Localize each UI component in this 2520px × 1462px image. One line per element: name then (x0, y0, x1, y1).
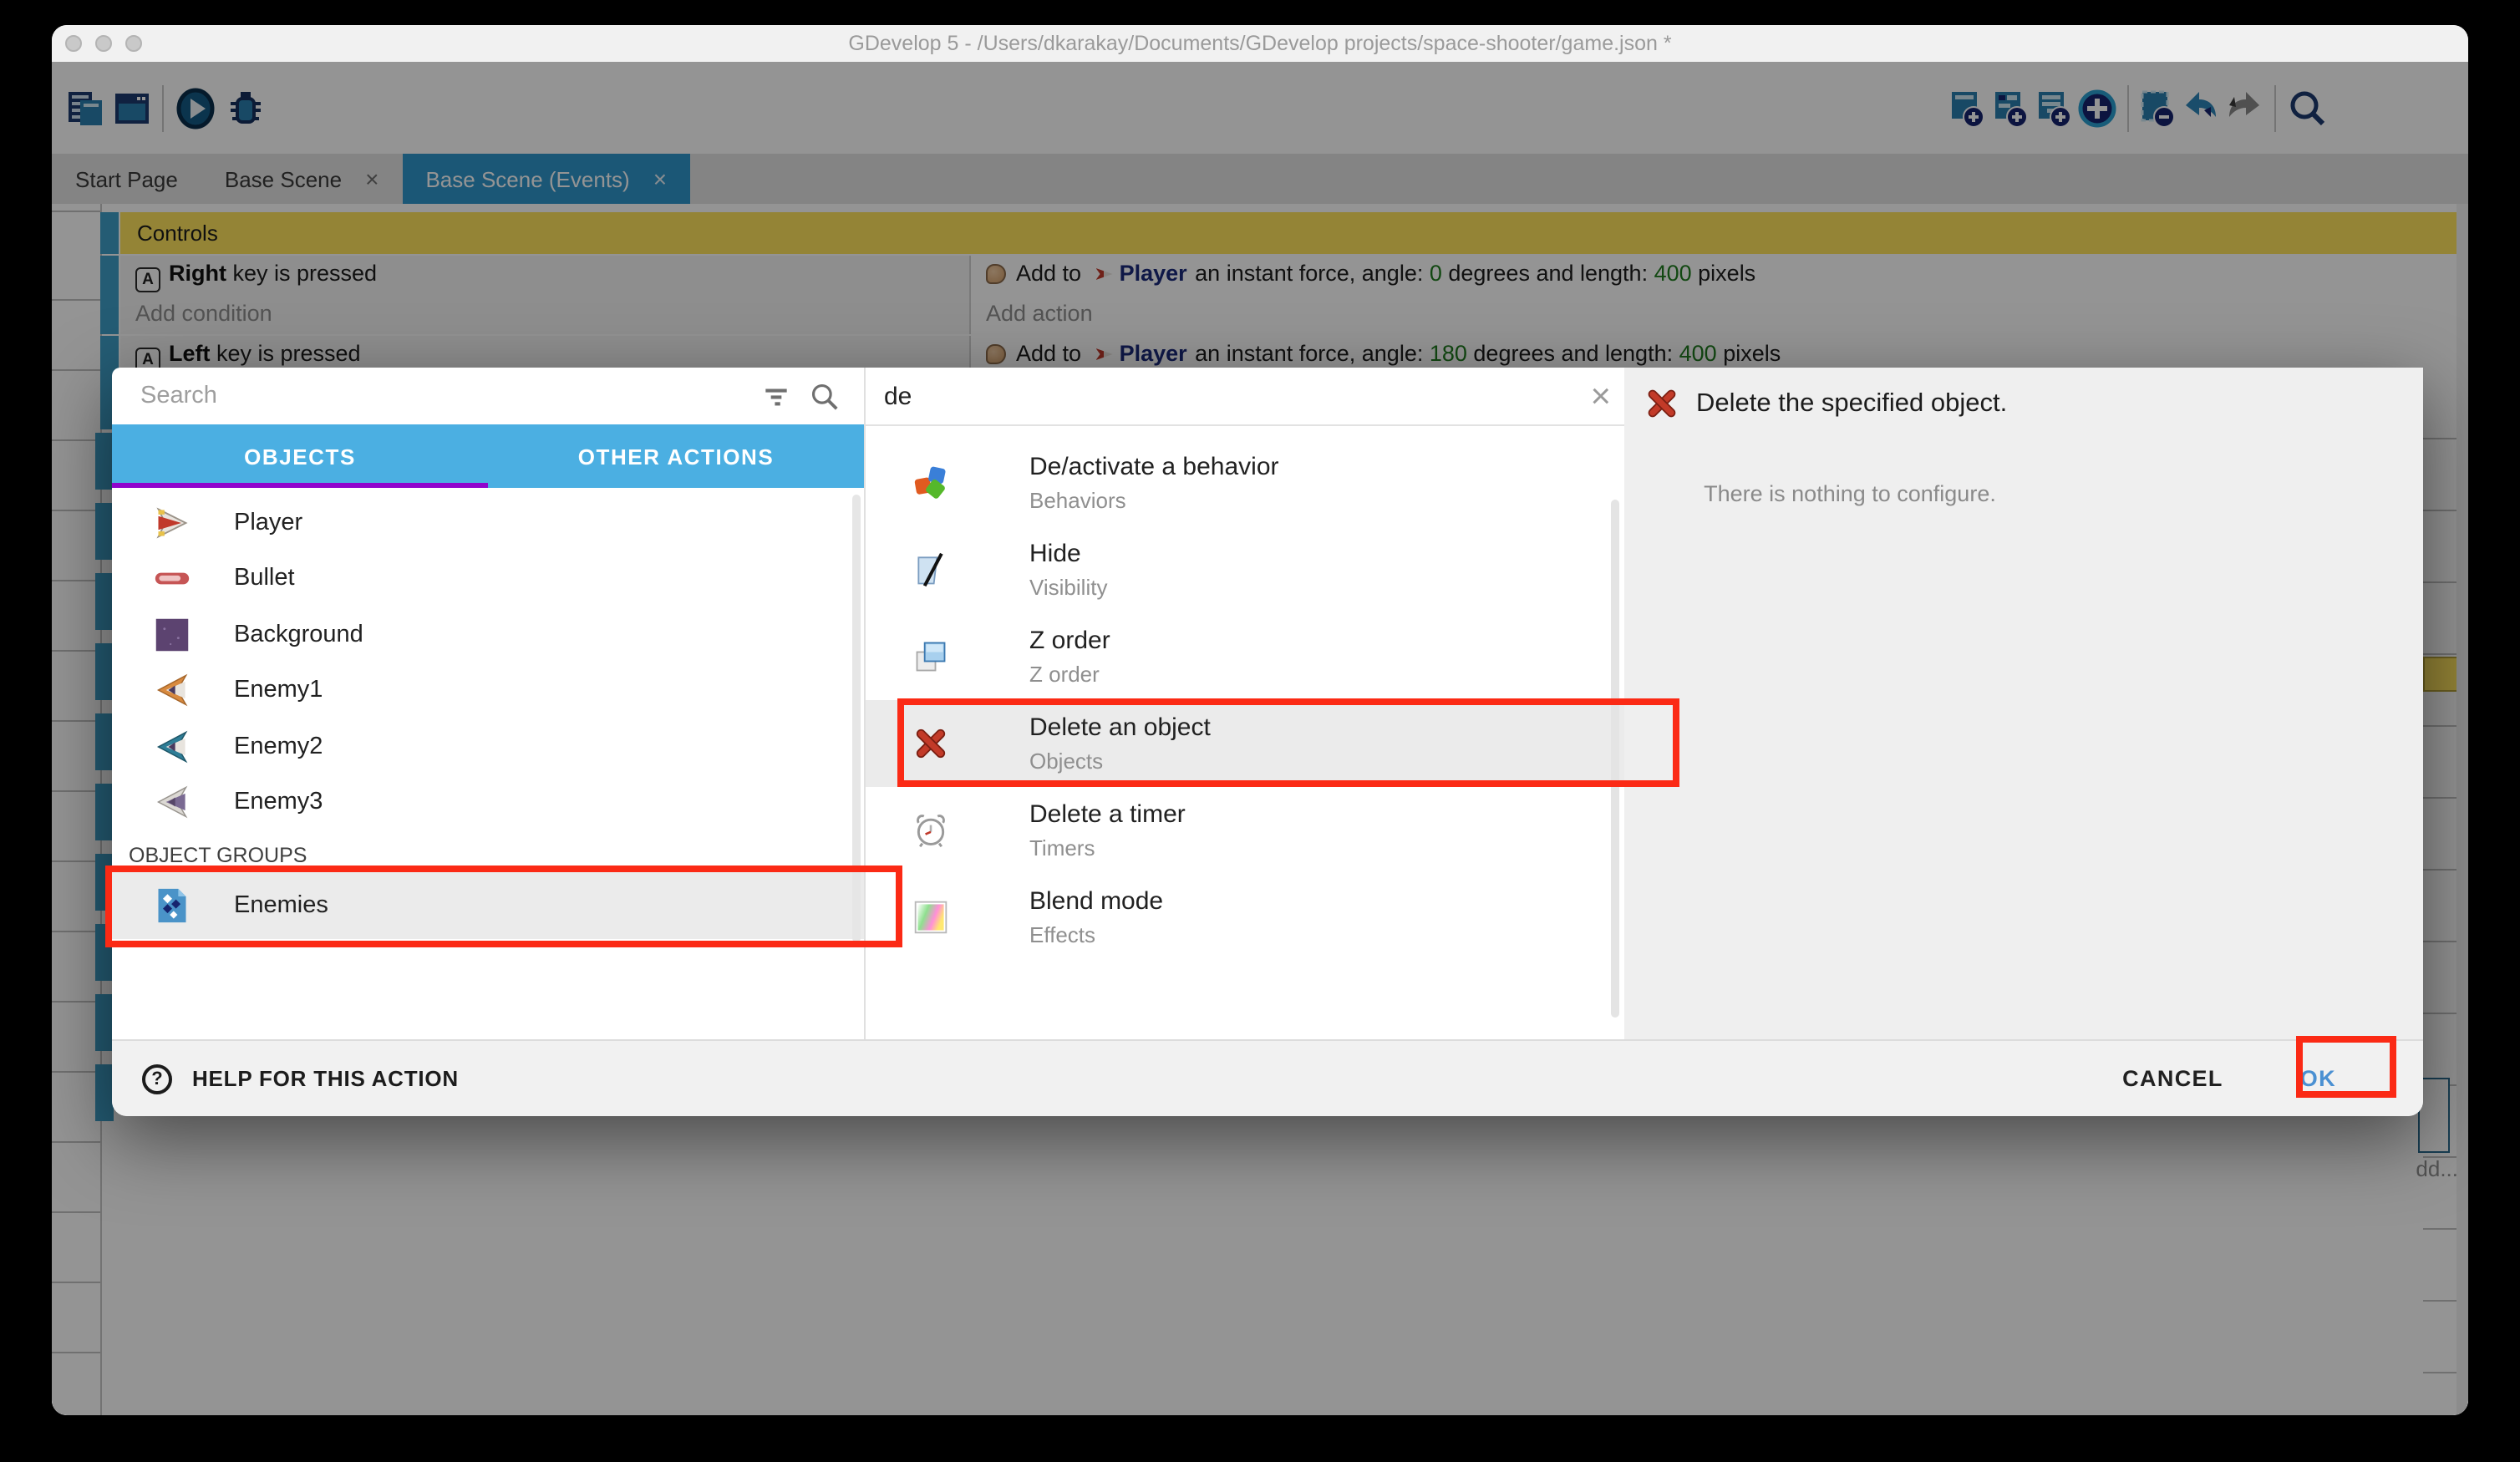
minimize-icon[interactable] (95, 35, 112, 52)
timer-icon (912, 812, 949, 849)
list-item-deactivate-behavior[interactable]: De/activate a behavior Behaviors (866, 439, 1624, 526)
window-title: GDevelop 5 - /Users/dkarakay/Documents/G… (52, 25, 2468, 62)
configuration-panel: Delete the specified object. There is no… (1624, 368, 2423, 1039)
player-ship-icon (154, 505, 191, 541)
action-search-query: de (884, 382, 1590, 410)
window-titlebar: GDevelop 5 - /Users/dkarakay/Documents/G… (52, 25, 2468, 63)
help-button[interactable]: HELP FOR THIS ACTION (192, 1066, 459, 1091)
tab-objects[interactable]: OBJECTS (112, 424, 488, 488)
object-name: Enemy3 (234, 789, 323, 816)
list-item-background[interactable]: Background (112, 607, 864, 662)
list-item-delete-a-timer[interactable]: Delete a timer Timers (866, 787, 1624, 874)
action-subtitle: Z order (1029, 662, 1110, 687)
blend-mode-icon (912, 899, 949, 936)
object-search-placeholder: Search (140, 383, 744, 409)
dialog-footer: ? HELP FOR THIS ACTION CANCEL OK (112, 1039, 2423, 1116)
enemy3-ship-icon (154, 784, 191, 821)
annotation-box-ok-button (2296, 1036, 2396, 1098)
action-title: Blend mode (1029, 887, 1163, 917)
close-icon[interactable] (65, 35, 82, 52)
list-item-hide[interactable]: Hide Visibility (866, 526, 1624, 613)
search-icon (809, 380, 841, 412)
object-panel-tabs: OBJECTS OTHER ACTIONS (112, 424, 864, 488)
object-groups-header: OBJECT GROUPS (129, 844, 864, 867)
background-icon (154, 617, 191, 653)
list-item-enemy2[interactable]: Enemy2 (112, 718, 864, 774)
action-title: Z order (1029, 627, 1110, 657)
delete-cross-icon (1644, 386, 1679, 421)
action-subtitle: Effects (1029, 922, 1163, 947)
nothing-to-configure-text: There is nothing to configure. (1624, 481, 2075, 506)
action-title: De/activate a behavior (1029, 453, 1279, 483)
action-title: Hide (1029, 540, 1107, 570)
annotation-box-enemies-group (105, 866, 902, 947)
enemy2-ship-icon (154, 728, 191, 765)
list-item-z-order[interactable]: Z order Z order (866, 613, 1624, 700)
object-search-field[interactable]: Search (112, 368, 864, 424)
object-name: Enemy2 (234, 734, 323, 760)
action-search-field[interactable]: de × (866, 368, 1624, 426)
action-subtitle: Timers (1029, 835, 1186, 860)
objects-list: Player Bullet Background Enemy1 (112, 488, 864, 1039)
annotation-box-delete-an-object (897, 698, 1679, 787)
object-name: Player (234, 510, 302, 536)
tab-other-actions[interactable]: OTHER ACTIONS (488, 424, 864, 488)
cancel-button[interactable]: CANCEL (2122, 1066, 2223, 1091)
action-subtitle: Behaviors (1029, 488, 1279, 513)
action-description: Delete the specified object. (1696, 388, 2007, 419)
behavior-icon (912, 464, 949, 501)
help-icon[interactable]: ? (142, 1064, 172, 1094)
clear-search-icon[interactable]: × (1590, 378, 1611, 414)
action-subtitle: Visibility (1029, 575, 1107, 600)
filter-icon[interactable] (760, 380, 792, 412)
list-item-enemy3[interactable]: Enemy3 (112, 774, 864, 830)
enemy1-ship-icon (154, 673, 191, 709)
bullet-icon (154, 561, 191, 597)
action-title: Delete a timer (1029, 800, 1186, 830)
zoom-icon[interactable] (125, 35, 142, 52)
hide-icon (912, 551, 949, 588)
list-item-enemy1[interactable]: Enemy1 (112, 662, 864, 718)
z-order-icon (912, 638, 949, 675)
object-name: Bullet (234, 566, 295, 592)
list-item-blend-mode[interactable]: Blend mode Effects (866, 874, 1624, 961)
screenshot-stage: GDevelop 5 - /Users/dkarakay/Documents/G… (0, 0, 2520, 1462)
object-name: Background (234, 622, 363, 648)
object-name: Enemy1 (234, 678, 323, 704)
list-item-player[interactable]: Player (112, 495, 864, 551)
list-item-bullet[interactable]: Bullet (112, 551, 864, 607)
